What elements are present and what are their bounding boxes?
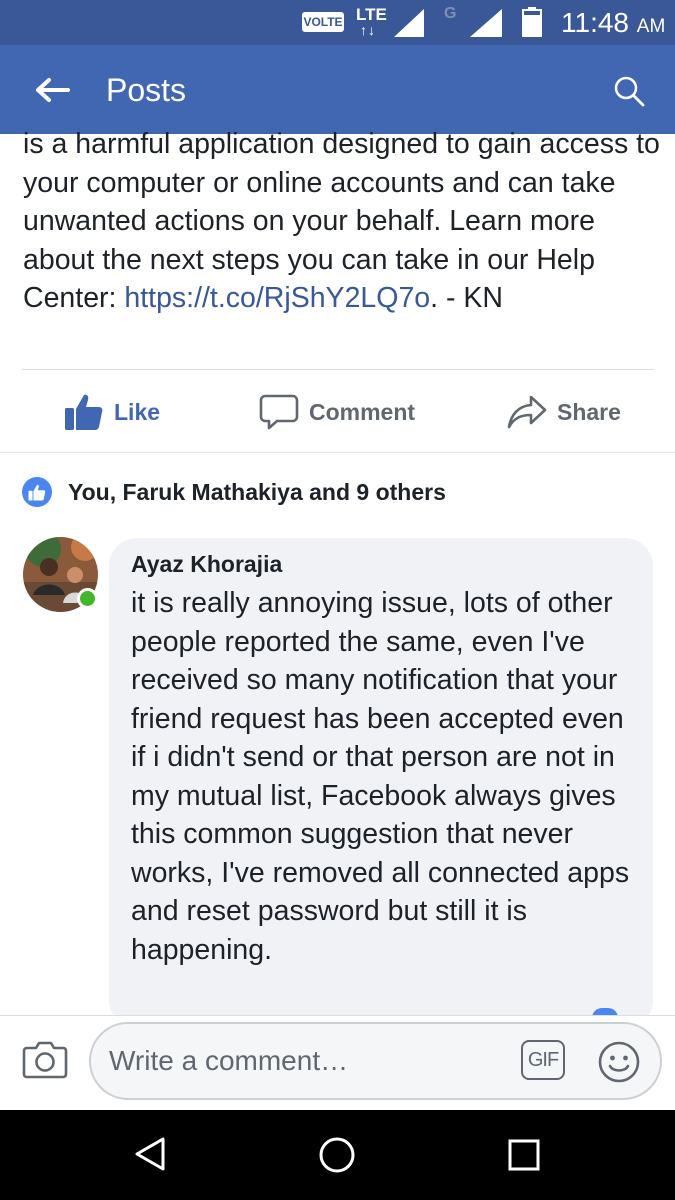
- emoji-icon[interactable]: [597, 1040, 641, 1084]
- comment-label: Comment: [309, 398, 416, 425]
- nav-recents-icon[interactable]: [508, 1139, 540, 1171]
- nav-home-icon[interactable]: [318, 1136, 356, 1174]
- signal-icon-secondary: [470, 9, 502, 37]
- reactions-text: You, Faruk Mathakiya and 9 others: [68, 478, 446, 505]
- thumbs-up-icon: [65, 394, 103, 430]
- comment-author-name[interactable]: Ayaz Khorajia: [131, 551, 282, 578]
- comment-bubble-icon: [259, 394, 299, 430]
- data-activity-icon: ↑↓: [360, 22, 376, 38]
- battery-icon: [522, 7, 542, 37]
- share-label: Share: [557, 398, 621, 425]
- comment-button[interactable]: Comment: [259, 390, 415, 434]
- like-reaction-icon: [22, 477, 52, 507]
- post-text-after-link: . - KN: [430, 282, 503, 314]
- share-arrow-icon: [507, 395, 547, 429]
- clock-ampm: AM: [636, 16, 666, 37]
- clock: 11:48 AM: [561, 7, 665, 39]
- post-body: is a harmful application designed to gai…: [23, 125, 663, 318]
- share-button[interactable]: Share: [507, 390, 621, 434]
- network-type-g: G: [444, 5, 457, 22]
- page-title: Posts: [106, 72, 187, 108]
- like-label: Like: [114, 398, 161, 425]
- like-button[interactable]: Like: [64, 390, 160, 434]
- arrow-left-icon[interactable]: [34, 75, 70, 105]
- comment-text: it is really annoying issue, lots of oth…: [131, 587, 630, 966]
- camera-icon[interactable]: [22, 1039, 68, 1079]
- volte-badge: VOLTE: [302, 12, 344, 32]
- reactions-summary[interactable]: You, Faruk Mathakiya and 9 others: [22, 476, 446, 508]
- lte-indicator: LTE: [356, 5, 387, 24]
- nav-back-icon[interactable]: [134, 1136, 166, 1172]
- gif-button[interactable]: GIF: [521, 1040, 565, 1080]
- help-center-link[interactable]: https://t.co/RjShY2LQ7o: [124, 282, 430, 314]
- divider: [22, 369, 654, 370]
- comment-input[interactable]: [89, 1022, 662, 1100]
- online-status-indicator: [77, 588, 98, 609]
- app-bar: Posts: [0, 45, 675, 134]
- section-divider: [0, 452, 675, 453]
- search-icon[interactable]: [612, 74, 646, 108]
- signal-icon: [394, 9, 424, 37]
- status-bar: VOLTE LTE ↑↓ G 11:48 AM: [0, 0, 675, 45]
- clock-time: 11:48: [561, 7, 629, 38]
